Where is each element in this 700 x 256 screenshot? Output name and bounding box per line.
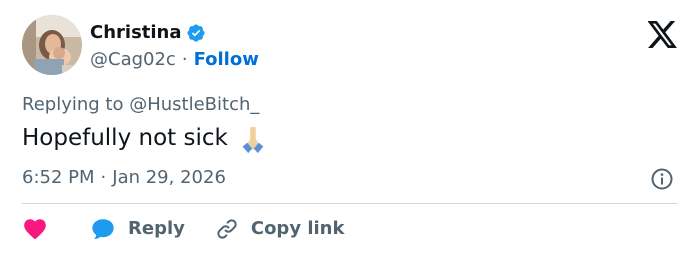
handle-separator: · xyxy=(181,49,188,70)
tweet-timestamp[interactable]: 6:52 PM · Jan 29, 2026 xyxy=(22,164,226,192)
info-icon[interactable] xyxy=(650,167,674,191)
replying-to: Replying to @HustleBitch_ xyxy=(22,91,259,119)
reply-button[interactable]: Reply xyxy=(90,215,185,243)
folded-hands-emoji xyxy=(236,121,270,155)
heart-icon xyxy=(22,216,48,242)
link-icon xyxy=(215,217,239,241)
author-name-row: Christina xyxy=(90,19,206,47)
speech-bubble-icon xyxy=(90,216,116,242)
reply-label: Reply xyxy=(128,218,185,239)
action-bar: Reply Copy link xyxy=(22,212,344,246)
author-handle-row: @Cag02c · Follow xyxy=(90,46,259,74)
author-handle[interactable]: @Cag02c xyxy=(90,46,176,74)
x-logo-icon[interactable] xyxy=(647,21,678,48)
copy-link-label: Copy link xyxy=(250,218,345,239)
verified-badge-icon xyxy=(186,23,206,43)
replying-to-prefix: Replying to xyxy=(22,94,124,115)
divider xyxy=(22,203,678,204)
replying-to-handle[interactable]: @HustleBitch_ xyxy=(129,94,259,115)
tweet-card: Christina @Cag02c · Follow Replying to @… xyxy=(0,0,700,256)
timestamp-separator: · xyxy=(100,167,107,188)
tweet-text: Hopefully not sick xyxy=(22,120,270,156)
avatar-image xyxy=(22,15,82,75)
tweet-date: Jan 29, 2026 xyxy=(112,167,226,188)
avatar[interactable] xyxy=(22,15,82,75)
copy-link-button[interactable]: Copy link xyxy=(215,215,345,243)
like-button[interactable] xyxy=(22,216,48,242)
follow-button[interactable]: Follow xyxy=(194,46,259,74)
tweet-body: Hopefully not sick xyxy=(22,125,228,151)
display-name[interactable]: Christina xyxy=(90,19,182,47)
tweet-time: 6:52 PM xyxy=(22,167,95,188)
